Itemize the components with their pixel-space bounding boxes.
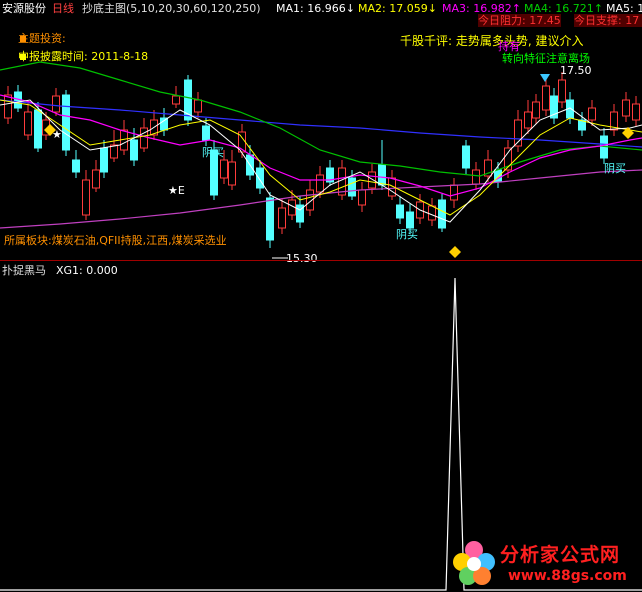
candle-body	[368, 171, 376, 189]
star-mark-2: ★	[52, 128, 62, 141]
panel-divider[interactable]	[0, 260, 642, 261]
candle-body	[396, 204, 404, 219]
hold-label: 持有	[498, 40, 520, 53]
candle-body	[62, 94, 70, 151]
candle-body	[194, 99, 202, 113]
yellow-square-icon	[20, 54, 26, 60]
candle-body	[450, 184, 458, 201]
star-mark: ★E	[168, 184, 185, 197]
comment-label: 千股千评: 走势属多头势, 建议介入	[400, 34, 584, 48]
watermark: 分析家公式网 www.88gs.com	[448, 532, 642, 592]
diamond-signal-icon-mid	[449, 246, 461, 258]
candle-body	[220, 159, 228, 179]
candle-body	[632, 103, 640, 121]
candle-body	[140, 127, 148, 149]
candle-body	[348, 177, 356, 197]
candle-body	[358, 189, 366, 206]
candle-body	[92, 169, 100, 189]
down-arrow-icon	[540, 74, 550, 82]
candle-body	[588, 107, 596, 121]
candle-body	[428, 205, 436, 221]
candle-body	[462, 145, 470, 169]
candle-body	[438, 199, 446, 229]
buy-signal-left: 阴买	[202, 146, 224, 159]
candle-body	[34, 109, 42, 149]
candle-body	[100, 147, 108, 173]
candle-body	[266, 197, 274, 241]
candle-body	[52, 95, 60, 113]
buy-signal-mid: 阴买	[396, 228, 418, 241]
candle-body	[172, 95, 180, 105]
candle-body	[338, 167, 346, 196]
candle-body	[406, 211, 414, 229]
candle-body	[316, 174, 324, 193]
candle-body	[622, 99, 630, 117]
candle-body	[72, 159, 80, 173]
buy-signal-right: 阴买	[604, 162, 626, 175]
candle-body	[82, 179, 90, 216]
flower-logo-icon	[453, 541, 495, 585]
candle-body	[558, 79, 566, 103]
candle-body	[532, 101, 540, 119]
candle-body	[228, 161, 236, 186]
candle-body	[278, 207, 286, 229]
candle-body	[256, 167, 264, 189]
high-price-label: 17.50	[560, 64, 592, 77]
brand-url: www.88gs.com	[508, 568, 627, 584]
candle-body	[378, 164, 386, 186]
sector-label[interactable]: 所属板块:煤炭石油,QFII持股,江西,煤炭采选业	[4, 234, 227, 247]
candle-body	[110, 144, 118, 159]
candle-body	[524, 111, 532, 129]
candle-body	[130, 139, 138, 161]
candle-body	[202, 125, 210, 141]
orange-square-icon	[20, 36, 26, 42]
candle-body	[4, 94, 12, 119]
candle-body	[160, 117, 168, 131]
candle-body	[24, 111, 32, 136]
report-time-label[interactable]: 中报披露时间: 2011-8-18	[18, 50, 148, 63]
candle-body	[542, 85, 550, 111]
candle-body	[472, 169, 480, 185]
brand-name: 分析家公式网	[500, 544, 621, 566]
